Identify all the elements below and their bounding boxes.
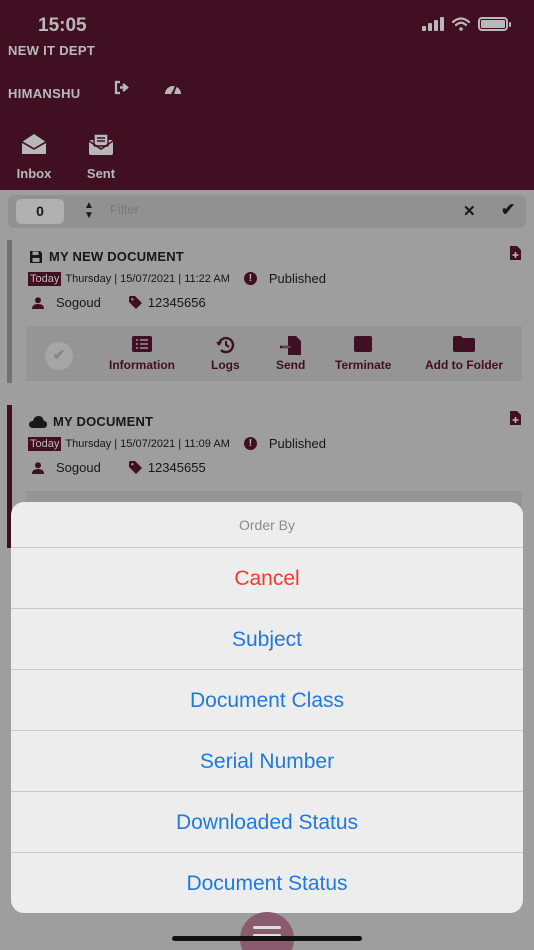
order-by-document-class-button[interactable]: Document Class — [11, 670, 523, 731]
menu-icon-bar — [253, 926, 281, 929]
order-by-action-sheet: Order By Cancel Subject Document Class S… — [11, 502, 523, 913]
order-by-subject-button[interactable]: Subject — [11, 609, 523, 670]
order-by-serial-number-button[interactable]: Serial Number — [11, 731, 523, 792]
home-indicator — [172, 936, 362, 941]
order-by-downloaded-status-button[interactable]: Downloaded Status — [11, 792, 523, 853]
order-by-document-status-button[interactable]: Document Status — [11, 853, 523, 913]
cancel-button[interactable]: Cancel — [11, 548, 523, 609]
action-sheet-title: Order By — [11, 502, 523, 548]
